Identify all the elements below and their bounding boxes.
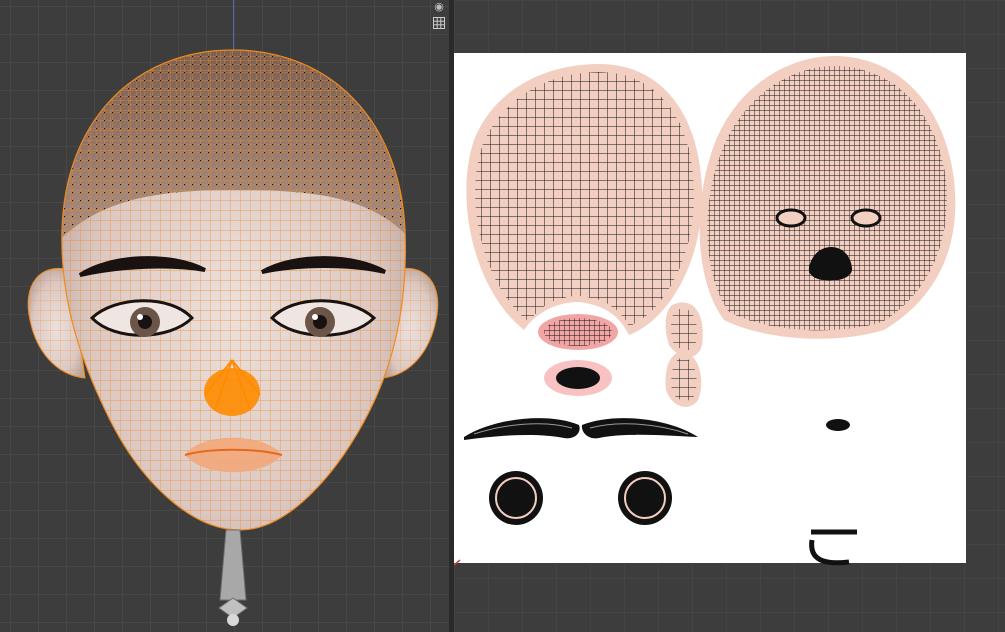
neck-bone: [218, 529, 248, 626]
head-mesh[interactable]: [0, 0, 449, 632]
3d-viewport[interactable]: ◉: [0, 0, 449, 632]
uv-island-back-head: [466, 64, 703, 335]
uv-canvas[interactable]: [454, 0, 1005, 632]
uv-editor[interactable]: [454, 0, 1005, 632]
